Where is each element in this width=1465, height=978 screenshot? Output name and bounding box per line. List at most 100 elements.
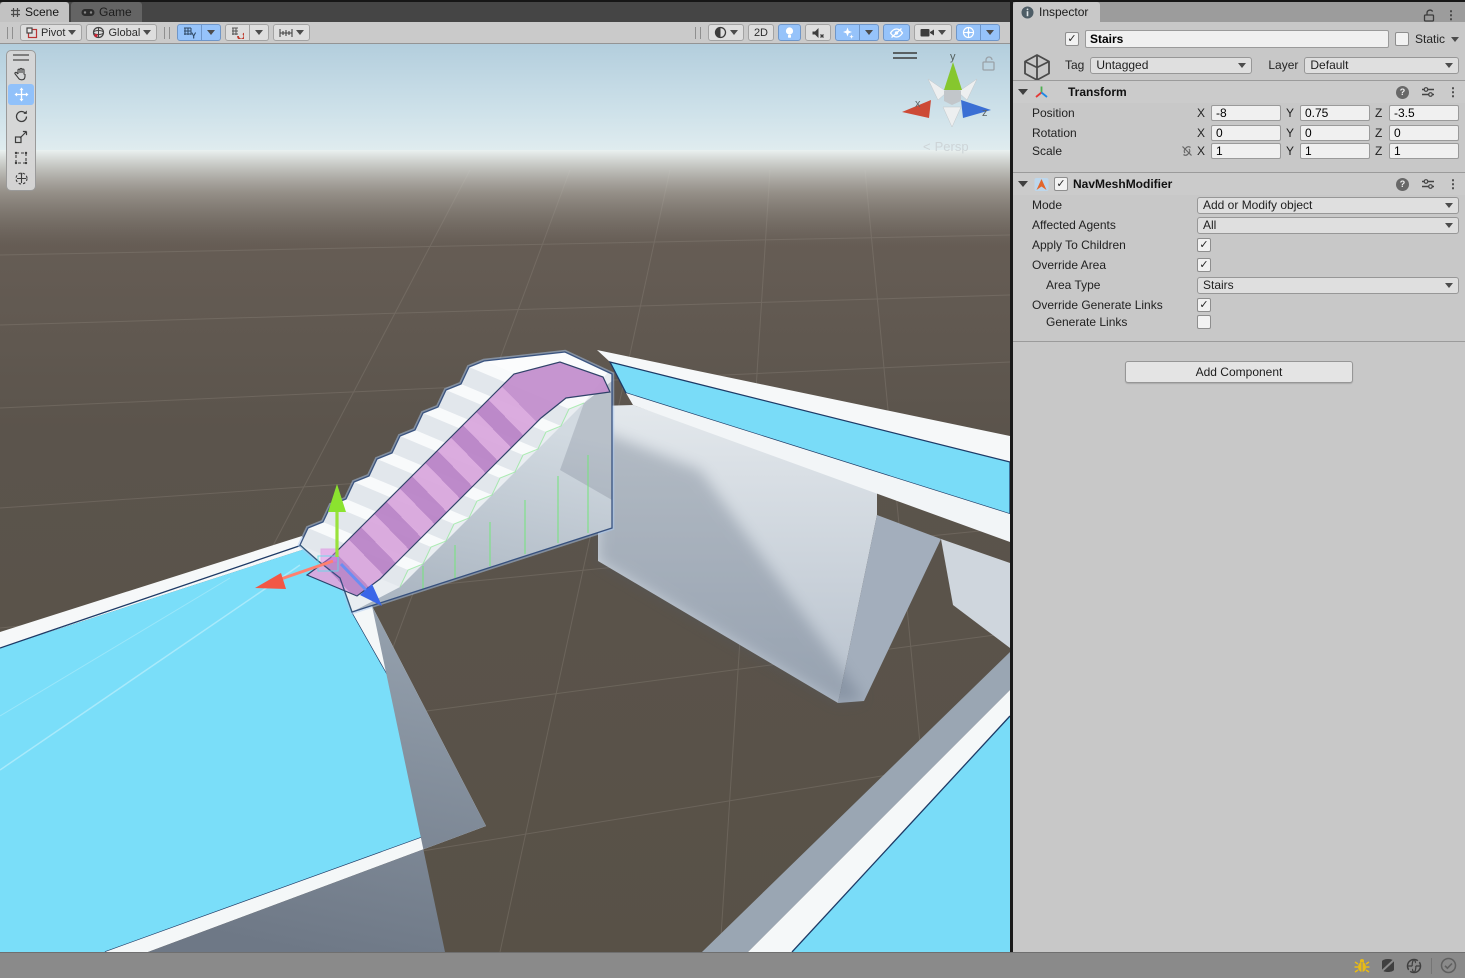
- transform-component: Transform ? ⋮ Position X Y: [1013, 80, 1465, 163]
- progress-ok-icon[interactable]: [1440, 957, 1457, 974]
- transform-help-icon[interactable]: ?: [1396, 86, 1409, 99]
- info-icon: [1021, 6, 1034, 19]
- scene-viewport[interactable]: y x z <Persp: [0, 44, 1010, 952]
- ruler-icon: [279, 27, 293, 39]
- rotation-y-field[interactable]: [1300, 125, 1370, 141]
- area-type-label: Area Type: [1032, 278, 1197, 292]
- position-z-field[interactable]: [1389, 105, 1459, 121]
- unity-editor-window: Scene Game Pivot: [0, 0, 1465, 978]
- debugger-bug-icon[interactable]: [1353, 957, 1371, 975]
- gizmos-toggle[interactable]: [956, 24, 981, 41]
- scale-z-field[interactable]: [1389, 143, 1459, 159]
- tab-game-label: Game: [99, 5, 132, 19]
- navmesh-title: NavMeshModifier: [1073, 177, 1172, 191]
- generate-links-checkbox[interactable]: [1197, 315, 1211, 329]
- apply-to-children-checkbox[interactable]: ✓: [1197, 238, 1211, 252]
- rotation-x-field[interactable]: [1211, 125, 1281, 141]
- navmesh-foldout-icon[interactable]: [1018, 181, 1028, 187]
- effects-dropdown[interactable]: [860, 24, 879, 41]
- toolbar-drag-handle[interactable]: [7, 27, 13, 39]
- axis-y-label: y: [950, 51, 956, 63]
- 2d-toggle[interactable]: 2D: [748, 24, 774, 41]
- collab-disabled-icon[interactable]: [1405, 957, 1423, 975]
- unlock-icon[interactable]: [1423, 9, 1435, 22]
- transform-presets-icon[interactable]: [1421, 86, 1435, 98]
- override-area-checkbox[interactable]: ✓: [1197, 258, 1211, 272]
- grid-visibility-toggle[interactable]: Y: [177, 24, 202, 41]
- gameobject-name-field[interactable]: [1085, 30, 1389, 48]
- palette-drag-handle[interactable]: [13, 54, 29, 61]
- camera-settings-button[interactable]: [914, 24, 952, 41]
- override-generate-links-checkbox[interactable]: ✓: [1197, 298, 1211, 312]
- audio-muted-icon: [811, 27, 825, 39]
- pane-menu-icon[interactable]: ⋮: [1445, 8, 1457, 22]
- move-tool-button[interactable]: [8, 84, 34, 105]
- static-checkbox[interactable]: [1395, 32, 1409, 46]
- rotate-tool-button[interactable]: [8, 105, 34, 126]
- layer-label: Layer: [1268, 58, 1298, 72]
- grid-settings-dropdown[interactable]: [202, 24, 221, 41]
- toolbar-drag-handle-2[interactable]: [164, 27, 170, 39]
- rect-tool-button[interactable]: [8, 147, 34, 168]
- scene-visibility-toggle[interactable]: [883, 24, 910, 41]
- affected-agents-dropdown[interactable]: All: [1197, 217, 1459, 234]
- transform-header[interactable]: Transform ? ⋮: [1013, 81, 1465, 103]
- audio-toggle[interactable]: [805, 24, 831, 41]
- transform-tool-button[interactable]: [8, 168, 34, 189]
- cache-server-disabled-icon[interactable]: [1379, 957, 1397, 975]
- scene-pane: Scene Game Pivot: [0, 0, 1010, 952]
- tag-dropdown[interactable]: Untagged: [1090, 57, 1252, 74]
- status-bar: [0, 952, 1465, 978]
- effects-toggle[interactable]: [835, 24, 860, 41]
- pivot-icon: [26, 27, 38, 39]
- rotation-z-field[interactable]: [1389, 125, 1459, 141]
- area-type-dropdown[interactable]: Stairs: [1197, 277, 1459, 294]
- add-component-button[interactable]: Add Component: [1125, 361, 1353, 383]
- grid-size-button[interactable]: [273, 24, 310, 41]
- gameobject-enabled-checkbox[interactable]: ✓: [1065, 32, 1079, 46]
- lightbulb-icon: [784, 26, 795, 39]
- navmesh-header[interactable]: ✓ NavMeshModifier ? ⋮: [1013, 173, 1465, 195]
- navmesh-help-icon[interactable]: ?: [1396, 178, 1409, 191]
- transform-menu-icon[interactable]: ⋮: [1447, 85, 1459, 99]
- toolbar-drag-handle-3[interactable]: [695, 27, 701, 39]
- tab-scene[interactable]: Scene: [0, 2, 69, 22]
- persp-toggle[interactable]: <Persp: [923, 139, 969, 154]
- rotate-icon: [14, 109, 28, 123]
- hand-tool-button[interactable]: [8, 63, 34, 84]
- move-icon: [14, 87, 29, 102]
- scale-link-icon[interactable]: [1180, 144, 1194, 158]
- navmesh-enabled-checkbox[interactable]: ✓: [1054, 177, 1068, 191]
- shading-mode-button[interactable]: [708, 24, 744, 41]
- axis-z-label: z: [982, 107, 988, 119]
- static-flags-caret[interactable]: [1451, 37, 1459, 42]
- pivot-mode-button[interactable]: Pivot: [20, 24, 82, 41]
- position-y-field[interactable]: [1300, 105, 1370, 121]
- snap-settings-dropdown[interactable]: [250, 24, 269, 41]
- global-mode-button[interactable]: Global: [86, 24, 157, 41]
- position-x-field[interactable]: [1211, 105, 1281, 121]
- transform-foldout-icon[interactable]: [1018, 89, 1028, 95]
- navmesh-menu-icon[interactable]: ⋮: [1447, 177, 1459, 191]
- gizmos-dropdown[interactable]: [981, 24, 1000, 41]
- tab-game[interactable]: Game: [71, 2, 142, 22]
- svg-text:Y: Y: [191, 31, 196, 39]
- scale-y-field[interactable]: [1300, 143, 1370, 159]
- tab-inspector[interactable]: Inspector: [1013, 2, 1100, 22]
- tag-label: Tag: [1065, 58, 1084, 72]
- axis-x-field-label: X: [1197, 106, 1206, 120]
- static-label: Static: [1415, 32, 1445, 46]
- lighting-toggle[interactable]: [778, 24, 801, 41]
- snap-increment-button[interactable]: [225, 24, 250, 41]
- ruler-caret-icon: [296, 30, 304, 35]
- global-label: Global: [108, 27, 140, 39]
- scale-tool-button[interactable]: [8, 126, 34, 147]
- mode-dropdown[interactable]: Add or Modify object: [1197, 197, 1459, 214]
- snap-caret-icon: [255, 30, 263, 35]
- navmeshmodifier-component: ✓ NavMeshModifier ? ⋮ Mode Add or Modify…: [1013, 172, 1465, 335]
- scale-x-field[interactable]: [1211, 143, 1281, 159]
- gizmos-caret-icon: [986, 30, 994, 35]
- navmesh-presets-icon[interactable]: [1421, 178, 1435, 190]
- gameobject-header: ✓ Static Tag Untagged Layer Default: [1013, 22, 1465, 78]
- layer-dropdown[interactable]: Default: [1304, 57, 1459, 74]
